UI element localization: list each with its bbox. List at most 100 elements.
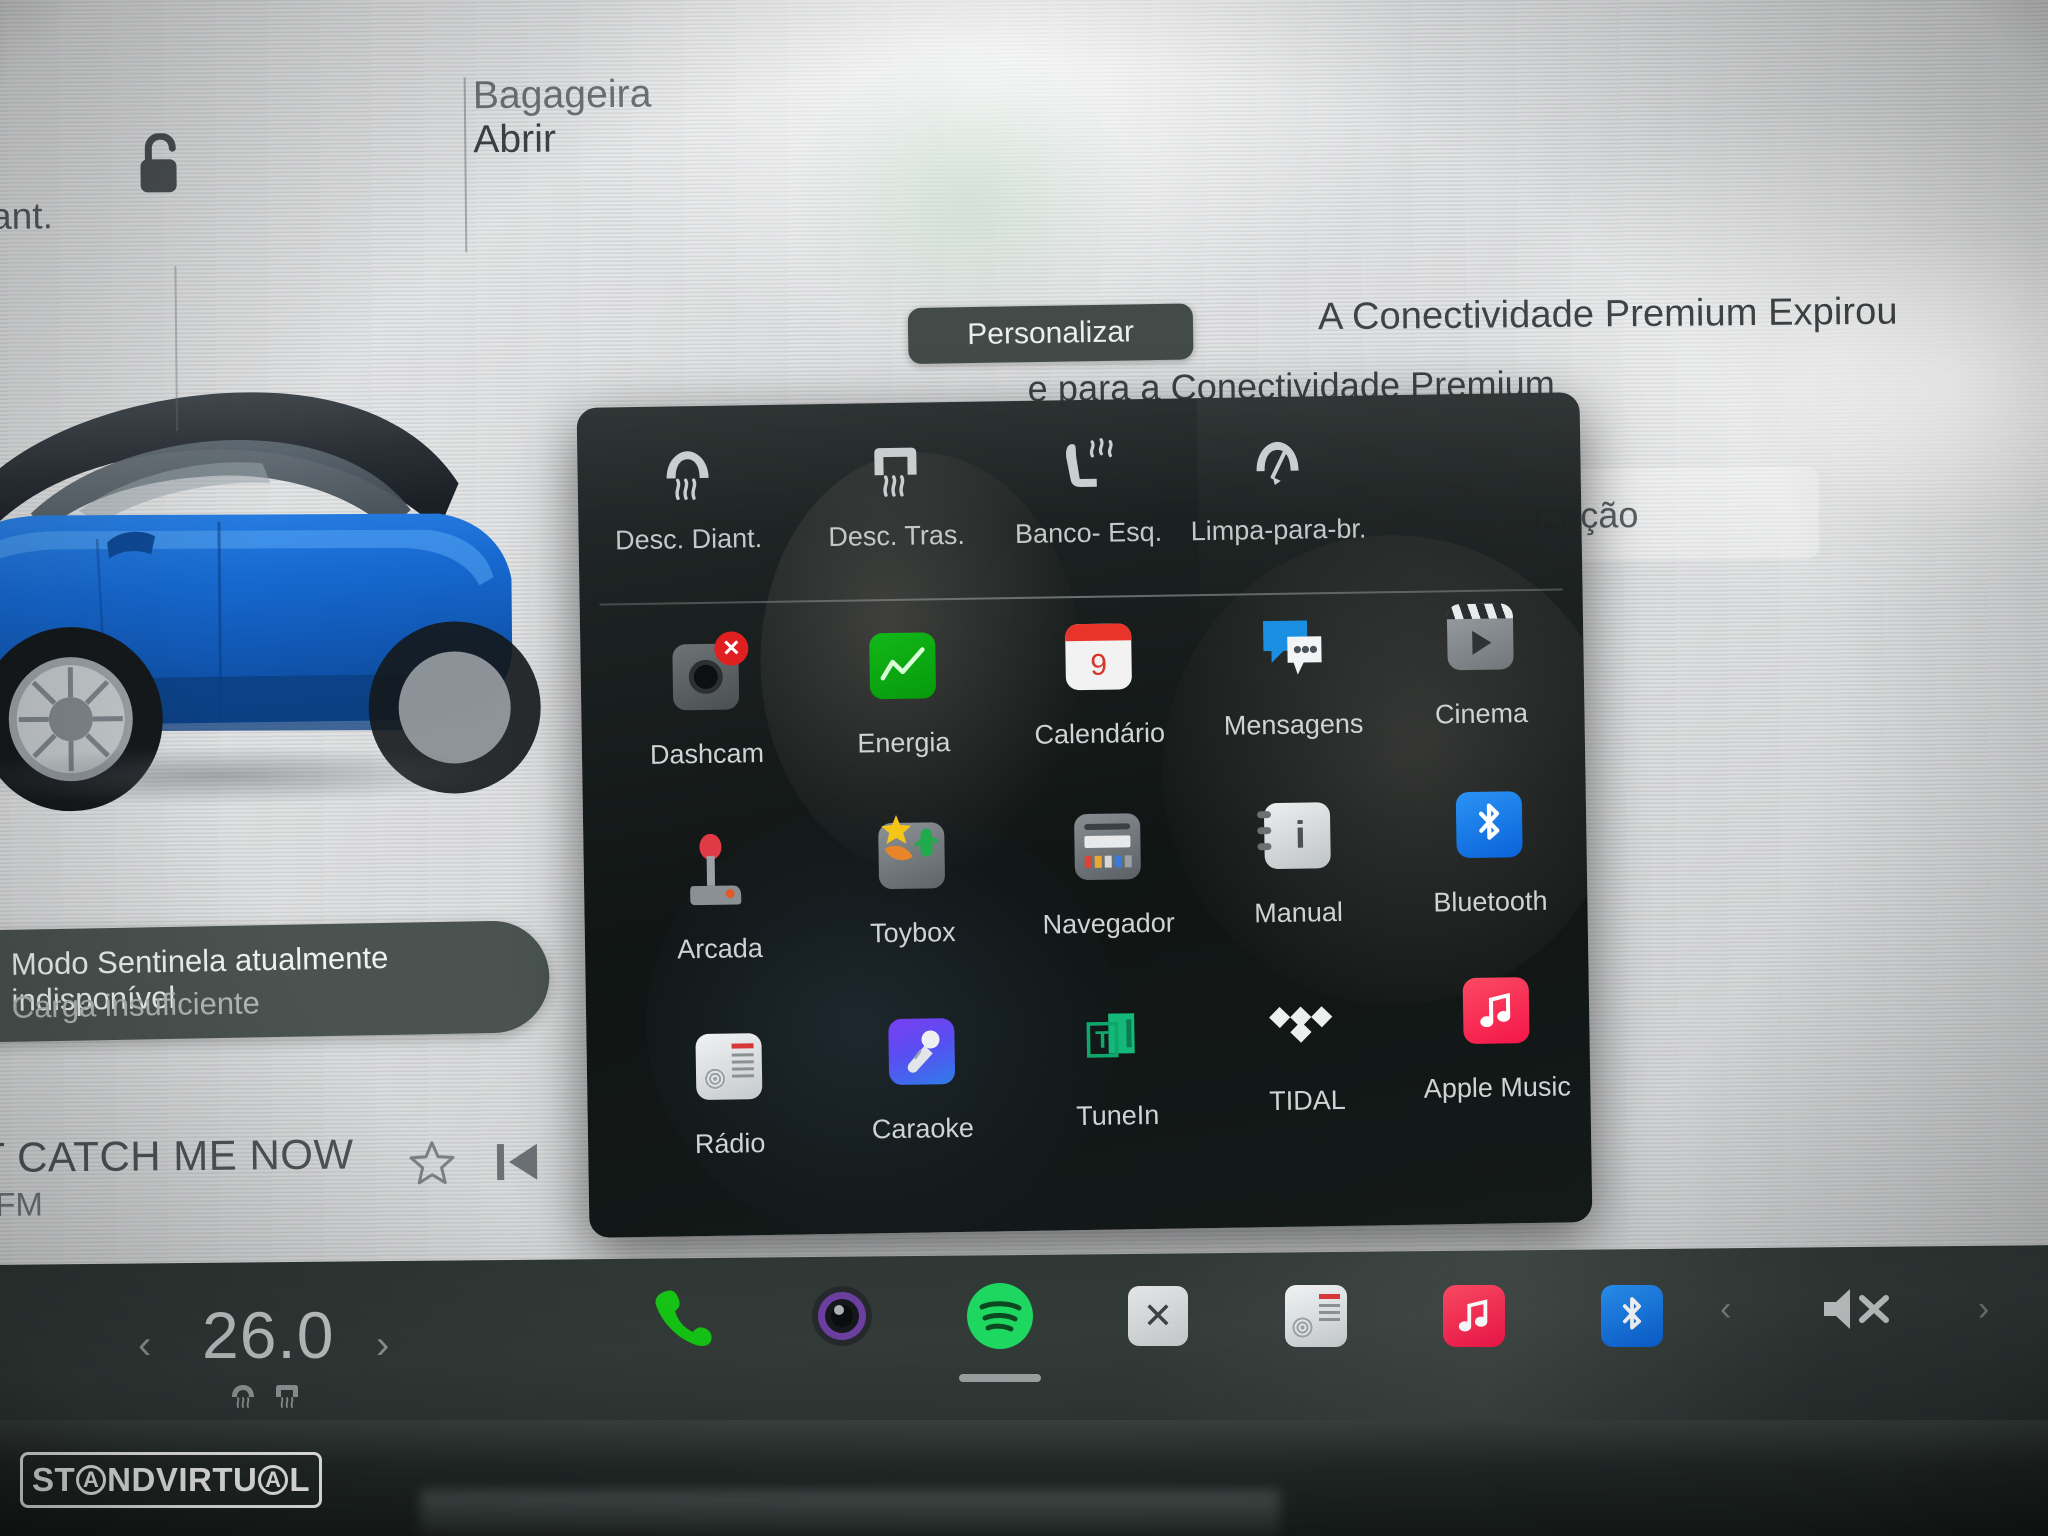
front-status-text: diant. <box>0 195 54 238</box>
temperature-decrease-button[interactable]: ‹ <box>138 1323 151 1368</box>
app-label: Mensagens <box>1223 708 1364 741</box>
manual-notebook-icon: i <box>1197 788 1398 883</box>
climate-label: Limpa-para-br. <box>1190 513 1367 547</box>
app-radio[interactable]: Rádio <box>628 1019 830 1161</box>
watermark-part1: ST <box>31 1461 76 1498</box>
climate-label: Banco- Esq. <box>1014 516 1163 550</box>
temperature-value[interactable]: 26.0 <box>202 1297 334 1373</box>
rear-defrost-icon <box>795 431 996 500</box>
dashcam-disabled-badge: ✕ <box>714 631 749 666</box>
dock-app-row: ✕ <box>640 1272 1663 1392</box>
personalizar-button[interactable]: Personalizar <box>907 303 1194 365</box>
app-label: Apple Music <box>1423 1071 1572 1104</box>
app-manual[interactable]: i Manual <box>1197 788 1399 930</box>
close-icon: ✕ <box>1128 1286 1188 1346</box>
app-bluetooth[interactable]: Bluetooth <box>1388 777 1590 919</box>
arcade-joystick-icon <box>618 824 819 919</box>
watermark-circled-a-1: A <box>76 1465 107 1495</box>
climate-quick-controls: Desc. Diant. Desc. Tras. Banco- Esq. Lim… <box>577 422 1582 578</box>
volume-muted-icon[interactable] <box>1818 1282 1900 1336</box>
climate-item-seat-heater-left[interactable]: Banco- Esq. <box>987 428 1189 550</box>
front-defrost-small-icon <box>232 1385 254 1408</box>
messages-icon <box>1192 600 1393 695</box>
phone-icon <box>655 1290 712 1346</box>
app-label: TuneIn <box>1075 1099 1160 1132</box>
camera-icon <box>812 1286 872 1346</box>
dock-radio[interactable] <box>1272 1272 1360 1360</box>
climate-item-rear-defrost[interactable]: Desc. Tras. <box>795 431 997 553</box>
energy-icon <box>802 618 1003 713</box>
app-label: Manual <box>1254 896 1344 929</box>
app-cinema[interactable]: Cinema <box>1380 589 1582 731</box>
watermark-part3: L <box>289 1461 310 1498</box>
climate-item-wiper[interactable]: Limpa-para-br. <box>1177 425 1379 547</box>
dock-spotify[interactable] <box>956 1272 1044 1382</box>
karaoke-microphone-icon <box>821 1004 1022 1099</box>
vehicle-render <box>0 322 562 848</box>
calendar-icon: 9 <box>998 609 1199 704</box>
rear-defrost-small-icon <box>276 1385 298 1408</box>
now-playing-title: 'T CATCH ME NOW <box>0 1130 354 1182</box>
sentinel-mode-notification[interactable]: Modo Sentinela atualmente indisponível C… <box>0 919 551 1043</box>
svg-text:T: T <box>1095 1027 1110 1054</box>
unlocked-padlock-icon[interactable] <box>134 133 189 196</box>
active-app-indicator <box>959 1374 1041 1382</box>
app-label: TIDAL <box>1269 1084 1347 1117</box>
app-energia[interactable]: Energia <box>802 618 1004 760</box>
dock-bluetooth[interactable] <box>1588 1272 1676 1360</box>
app-label: Energia <box>857 727 951 759</box>
now-playing-station: RFM <box>0 1185 44 1224</box>
volume-decrease-button[interactable]: ‹ <box>1720 1290 1731 1329</box>
app-label: Bluetooth <box>1433 885 1548 918</box>
connectivity-expired-title: A Conectividade Premium Expirou <box>1317 290 1898 339</box>
browser-icon <box>1007 799 1208 894</box>
app-label: Dashcam <box>649 738 765 770</box>
spotify-icon <box>967 1283 1033 1349</box>
app-tidal[interactable]: TIDAL <box>1206 976 1408 1118</box>
app-grid: ✕ Dashcam Energia 9 Calendário Mensagens… <box>580 603 1592 1223</box>
dock-camera[interactable] <box>798 1272 886 1360</box>
climate-label: Desc. Tras. <box>828 519 966 552</box>
app-calendario[interactable]: 9 Calendário <box>998 609 1200 751</box>
temperature-defrost-indicators <box>228 1383 302 1409</box>
volume-control: ‹ › <box>1720 1270 2020 1360</box>
app-apple-music[interactable]: Apple Music <box>1395 963 1592 1105</box>
apple-music-icon <box>1395 963 1592 1058</box>
sentinel-subtitle: Carga insuficiente <box>11 985 261 1025</box>
radio-icon <box>628 1019 829 1114</box>
app-toybox[interactable]: Toybox <box>811 808 1013 950</box>
app-label: Caraoke <box>871 1112 975 1145</box>
calendar-day: 9 <box>1090 648 1108 682</box>
app-label: Navegador <box>1042 907 1175 940</box>
climate-item-front-defrost[interactable]: Desc. Diant. <box>587 435 789 557</box>
front-defrost-icon <box>587 435 788 504</box>
app-arcada[interactable]: Arcada <box>618 824 820 966</box>
app-tunein[interactable]: T TuneIn <box>1016 991 1218 1133</box>
dock-close[interactable]: ✕ <box>1114 1272 1202 1360</box>
standvirtual-watermark: ST A NDVIRTU A L <box>20 1452 322 1508</box>
trunk-action[interactable]: Abrir <box>473 117 556 162</box>
toybox-icon <box>811 808 1012 903</box>
tunein-icon: T <box>1016 991 1217 1086</box>
app-label: Rádio <box>694 1128 766 1160</box>
app-caraoke[interactable]: Caraoke <box>821 1004 1023 1146</box>
star-icon[interactable] <box>409 1139 455 1185</box>
app-label: Toybox <box>869 917 956 949</box>
app-mensagens[interactable]: Mensagens <box>1192 600 1394 742</box>
climate-label: Desc. Diant. <box>614 523 763 556</box>
temperature-control: ‹ 26.0 › <box>130 1298 460 1425</box>
dashboard-reflection <box>420 1490 1280 1536</box>
app-navegador[interactable]: Navegador <box>1007 799 1209 941</box>
dock-phone[interactable] <box>640 1272 728 1360</box>
app-label: Calendário <box>1034 717 1166 750</box>
tesla-touchscreen-photo: diant. Bagageira Abrir Personalizar A Co… <box>0 0 2048 1536</box>
watermark-circled-a-2: A <box>258 1465 289 1495</box>
dock-apple-music[interactable] <box>1430 1272 1518 1360</box>
dashcam-icon: ✕ <box>605 629 806 724</box>
temperature-increase-button[interactable]: › <box>376 1323 389 1368</box>
app-dashcam[interactable]: ✕ Dashcam <box>605 629 807 771</box>
volume-increase-button[interactable]: › <box>1978 1290 1989 1329</box>
watermark-part2: NDVIRTU <box>107 1461 258 1498</box>
previous-track-icon[interactable] <box>493 1139 541 1185</box>
vehicle-shadow <box>0 743 502 809</box>
